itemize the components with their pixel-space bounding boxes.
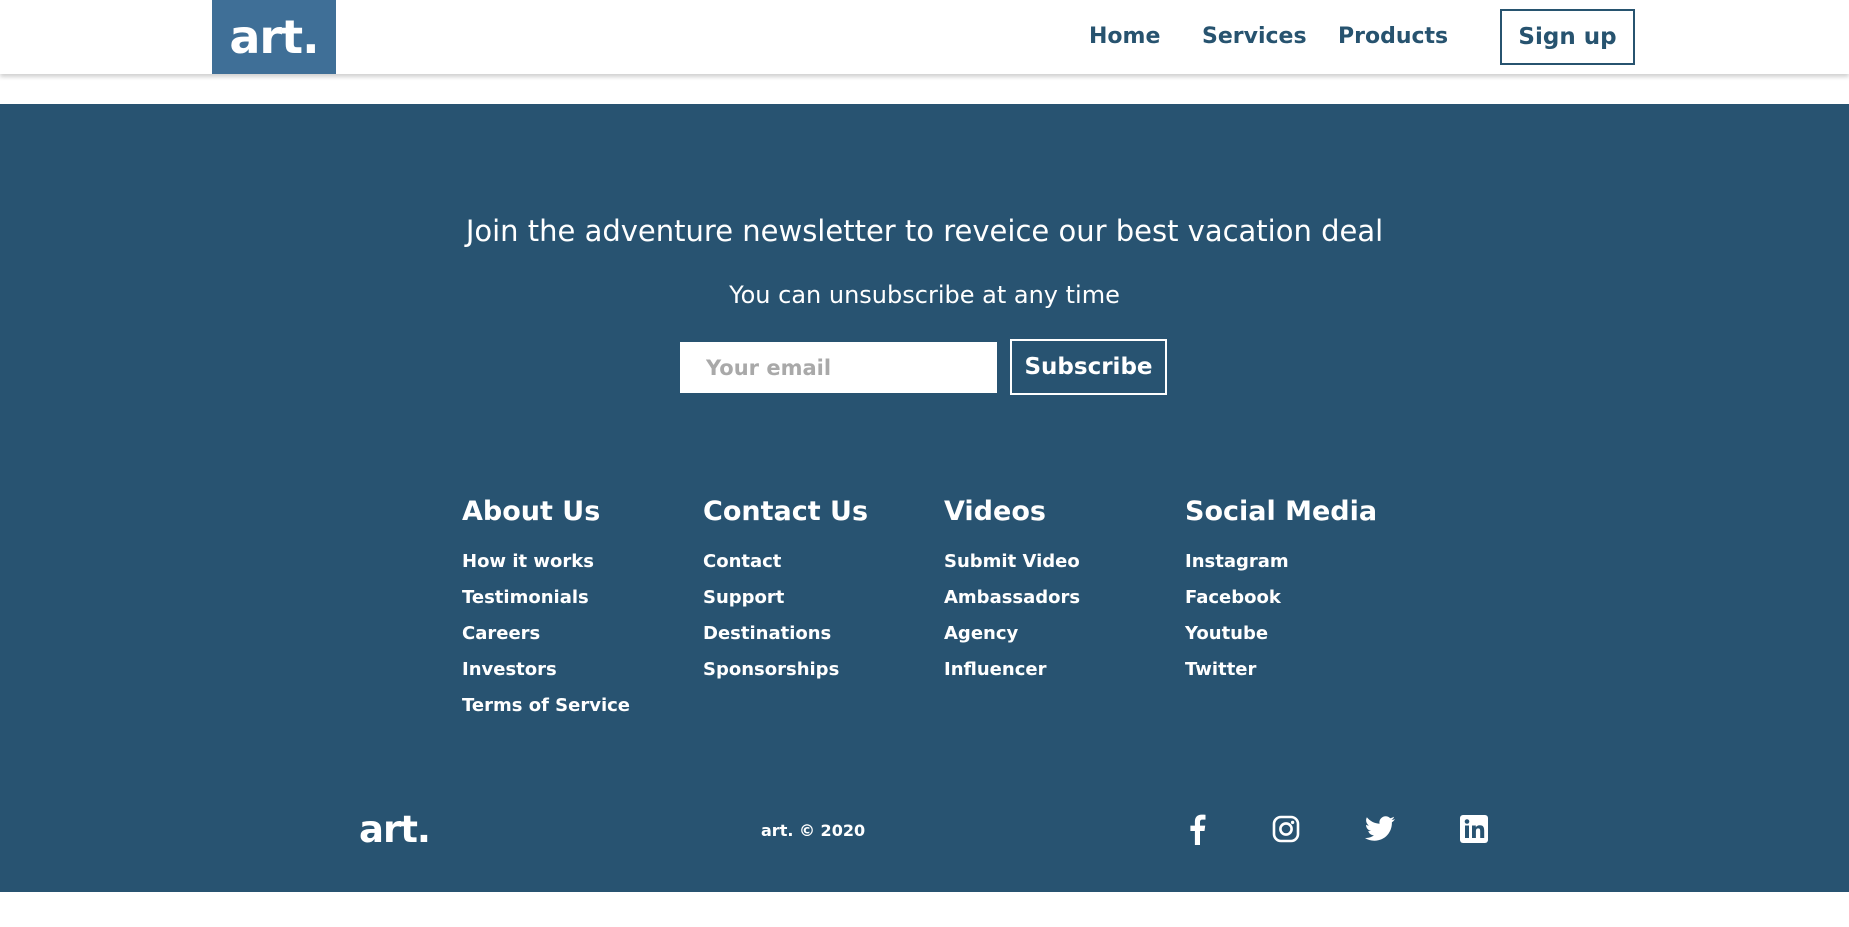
footer-link[interactable]: Facebook (1185, 580, 1377, 616)
footer-link[interactable]: Terms of Service (462, 688, 630, 724)
newsletter-headline: Join the adventure newsletter to reveice… (465, 214, 1384, 248)
footer-section: Join the adventure newsletter to reveice… (0, 104, 1849, 892)
linkedin-icon[interactable] (1457, 812, 1491, 846)
brand-logo[interactable]: art. (212, 0, 336, 74)
nav-link-products[interactable]: Products (1338, 22, 1448, 52)
footer-link[interactable]: Youtube (1185, 616, 1377, 652)
footer-link[interactable]: Sponsorships (703, 652, 868, 688)
footer-link[interactable]: Submit Video (944, 544, 1080, 580)
top-navbar: art. Home Services Products Sign up (0, 0, 1849, 74)
footer-link[interactable]: Instagram (1185, 544, 1377, 580)
footer-link[interactable]: Support (703, 580, 868, 616)
footer-link[interactable]: Contact (703, 544, 868, 580)
subscribe-button[interactable]: Subscribe (1010, 339, 1167, 395)
newsletter-subheadline: You can unsubscribe at any time (729, 281, 1120, 309)
footer-column-contact: Contact Us Contact Support Destinations … (703, 494, 868, 688)
column-title: Social Media (1185, 496, 1378, 527)
facebook-icon[interactable] (1180, 812, 1214, 846)
column-title: About Us (462, 496, 601, 527)
column-title: Contact Us (703, 496, 869, 527)
nav-link-home[interactable]: Home (1089, 22, 1160, 52)
footer-link[interactable]: Destinations (703, 616, 868, 652)
footer-brand-logo[interactable]: art. (359, 808, 431, 852)
nav-link-services[interactable]: Services (1202, 22, 1307, 52)
twitter-icon[interactable] (1363, 812, 1397, 846)
footer-link[interactable]: Agency (944, 616, 1080, 652)
footer-column-social: Social Media Instagram Facebook Youtube … (1185, 494, 1377, 688)
footer-link[interactable]: Testimonials (462, 580, 630, 616)
footer-link[interactable]: Investors (462, 652, 630, 688)
footer-column-about: About Us How it works Testimonials Caree… (462, 494, 630, 724)
copyright-text: art. © 2020 (761, 821, 866, 840)
footer-link[interactable]: Ambassadors (944, 580, 1080, 616)
footer-link[interactable]: Twitter (1185, 652, 1377, 688)
instagram-icon[interactable] (1269, 812, 1303, 846)
email-input[interactable] (680, 342, 997, 393)
page: art. Home Services Products Sign up Join… (0, 0, 1849, 927)
footer-link[interactable]: Influencer (944, 652, 1080, 688)
column-title: Videos (944, 496, 1046, 527)
footer-column-videos: Videos Submit Video Ambassadors Agency I… (944, 494, 1080, 688)
signup-button[interactable]: Sign up (1500, 9, 1635, 65)
footer-link[interactable]: How it works (462, 544, 630, 580)
footer-link[interactable]: Careers (462, 616, 630, 652)
